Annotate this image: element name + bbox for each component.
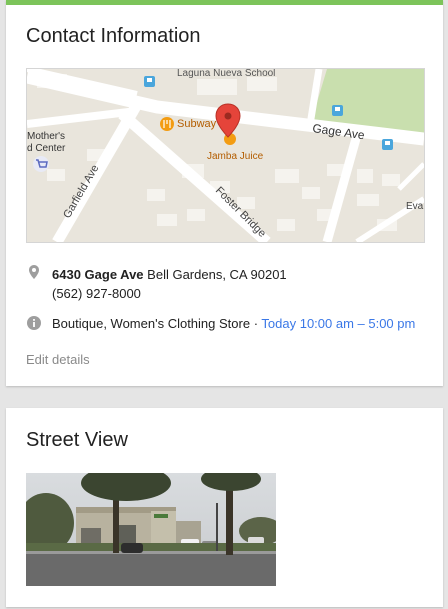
edit-details-link[interactable]: Edit details bbox=[26, 352, 90, 367]
map-label-mothers-1: Mother's bbox=[27, 131, 65, 142]
location-map[interactable]: Laguna Nueva School Subway Jamba Juice G… bbox=[26, 68, 425, 243]
street-view-title: Street View bbox=[26, 429, 128, 451]
info-line: Boutique, Women's Clothing Store · Today… bbox=[52, 316, 415, 331]
business-category: Boutique, Women's Clothing Store bbox=[52, 316, 251, 331]
info-icon bbox=[27, 316, 41, 330]
contact-information-card: Contact Information Laguna Nueva School … bbox=[6, 0, 443, 386]
map-graphic: Laguna Nueva School Subway Jamba Juice G… bbox=[27, 69, 424, 242]
street-view-photo bbox=[26, 473, 276, 586]
map-label-subway: Subway bbox=[177, 118, 217, 130]
phone-number[interactable]: (562) 927-8000 bbox=[52, 286, 141, 301]
map-label-mothers-2: d Center bbox=[27, 143, 66, 154]
map-label-school: Laguna Nueva School bbox=[177, 69, 275, 79]
street-view-card: Street View bbox=[6, 408, 443, 607]
address-street: 6430 Gage Ave bbox=[52, 267, 144, 282]
map-label-eva: Eva bbox=[406, 201, 424, 212]
contact-information-title: Contact Information bbox=[26, 25, 201, 47]
street-view-image[interactable] bbox=[26, 473, 276, 586]
separator-dot: · bbox=[250, 316, 262, 331]
map-label-jamba: Jamba Juice bbox=[207, 151, 264, 162]
hours-link[interactable]: Today 10:00 am – 5:00 pm bbox=[261, 316, 415, 331]
location-pin-icon bbox=[29, 265, 39, 279]
address-line: 6430 Gage Ave Bell Gardens, CA 90201 bbox=[52, 267, 287, 282]
address-city: Bell Gardens, CA 90201 bbox=[147, 267, 287, 282]
